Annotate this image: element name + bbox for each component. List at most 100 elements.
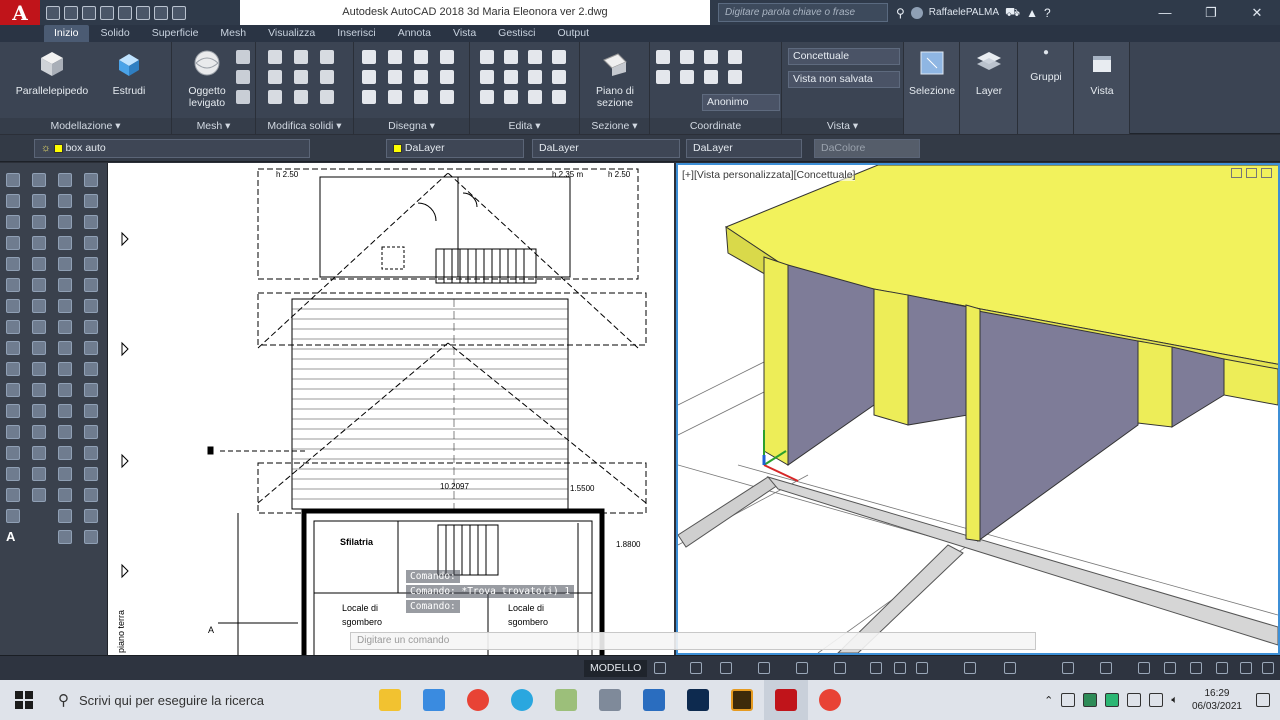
layer-button[interactable]: Layer [963,48,1015,97]
copy-icon[interactable] [552,50,566,64]
xline-tool-icon[interactable] [6,194,20,208]
diameter-dim-icon[interactable] [84,257,98,271]
hide-tool-icon[interactable] [58,404,72,418]
continue-dim-icon[interactable] [84,404,98,418]
color-combo[interactable]: DaLayer [386,139,524,158]
osnap-icon[interactable] [870,662,882,674]
oggetto-levigato-button[interactable]: Oggetto levigato [180,48,234,109]
draworder-tool-icon[interactable] [58,320,72,334]
chamfer-edge-icon[interactable] [294,90,308,104]
join-tool-icon[interactable] [32,425,46,439]
presspull-tool-icon[interactable] [58,467,72,481]
viewport-maximize-icon[interactable] [1246,168,1257,178]
annotation-scale-icon[interactable] [1062,662,1074,674]
panel-title-modellazione[interactable]: Modellazione ▾ [0,118,171,134]
extend-tool-icon[interactable] [32,383,46,397]
polar-icon[interactable] [758,662,770,674]
grid-icon[interactable] [654,662,666,674]
radius-dim-icon[interactable] [84,236,98,250]
dimension-icon[interactable] [84,173,98,187]
baseline-dim-icon[interactable] [84,383,98,397]
lineweight-combo[interactable]: DaLayer [686,139,802,158]
panel-title-edita[interactable]: Edita ▾ [470,118,579,134]
ellipse-icon[interactable] [414,70,428,84]
taskbar-mail[interactable] [632,680,676,720]
estrudi-button[interactable]: Estrudi [104,48,154,97]
taskbar-bridge[interactable] [720,680,764,720]
tray-app-icon[interactable] [1061,693,1076,707]
hardware-accel-icon[interactable] [1216,662,1228,674]
rectangle-tool-icon[interactable] [6,257,20,271]
open-file-icon[interactable] [64,5,78,20]
thicken-icon[interactable] [294,70,308,84]
new-file-icon[interactable] [46,5,60,20]
trim-icon[interactable] [528,50,542,64]
polyline-tool-icon[interactable] [6,215,20,229]
mesh-tool-icon[interactable] [236,50,250,64]
close-button[interactable]: ✕ [1234,0,1280,25]
units-icon[interactable] [1138,662,1150,674]
tab-annota[interactable]: Annota [388,25,441,42]
isolate-objects-icon[interactable] [1190,662,1202,674]
dim-update-icon[interactable] [84,488,98,502]
group-tool-icon[interactable] [58,278,72,292]
tab-superficie[interactable]: Superficie [142,25,209,42]
linetype-combo[interactable]: DaLayer [532,139,680,158]
polygon-tool-icon[interactable] [6,236,20,250]
polygon-icon[interactable] [362,90,376,104]
gruppi-button[interactable]: Gruppi [1020,48,1072,83]
3d-viewport[interactable]: [+][Vista personalizzata][Concettuale] [676,163,1280,655]
extrude-tool-icon[interactable] [58,488,72,502]
panel-title-coordinate[interactable]: Coordinate [650,118,781,134]
circle-icon[interactable] [388,70,402,84]
network-icon[interactable] [1149,693,1164,707]
lock-tool-icon[interactable] [58,383,72,397]
visual-style-combo[interactable]: Concettuale [788,48,900,65]
section-tool-icon[interactable] [58,530,72,544]
union-icon[interactable] [268,50,282,64]
ucs-z-icon[interactable] [728,50,742,64]
revcloud-tool-icon[interactable] [6,320,20,334]
lineweight-icon[interactable] [894,662,906,674]
rotate-tool-icon[interactable] [32,299,46,313]
taskbar-store[interactable] [412,680,456,720]
make-block-icon[interactable] [6,404,20,418]
user-name[interactable]: RaffaelePALMA [929,7,999,18]
tolerance-icon[interactable] [84,320,98,334]
viewport-label[interactable]: [+][Vista personalizzata][Concettuale] [682,169,856,181]
vista-button[interactable]: Vista [1076,48,1128,97]
panel-title-modifica-solidi[interactable]: Modifica solidi ▾ [256,118,353,134]
hatch-tool-icon[interactable] [6,446,20,460]
match-prop-icon[interactable] [58,194,72,208]
command-input[interactable]: Digitare un comando [350,632,1036,650]
ellipse-tool-icon[interactable] [6,362,20,376]
tab-inserisci[interactable]: Inserisci [327,25,386,42]
stretch-tool-icon[interactable] [32,341,46,355]
zoom-window-icon[interactable] [84,509,98,523]
zoom-extents-icon[interactable] [84,530,98,544]
ungroup-tool-icon[interactable] [58,299,72,313]
aligned-dim-icon[interactable] [84,194,98,208]
dist-tool-icon[interactable] [58,236,72,250]
arc-tool-icon[interactable] [6,278,20,292]
a360-icon[interactable]: ▲ [1026,6,1038,20]
panel-title-vista[interactable]: Vista ▾ [782,118,903,134]
taskbar-chrome-2[interactable] [808,680,852,720]
quick-dim-icon[interactable] [84,425,98,439]
isodraft-icon[interactable] [796,662,808,674]
clean-screen-icon[interactable] [1240,662,1252,674]
array-icon[interactable] [480,90,494,104]
line-icon[interactable] [388,50,402,64]
chamfer-tool-icon[interactable] [32,446,46,460]
array-tool-icon[interactable] [32,257,46,271]
volume-icon[interactable]: 🔈︎ [1171,694,1178,707]
maximize-button[interactable]: ❐ [1188,0,1234,25]
ucs-3point-icon[interactable] [728,70,742,84]
notifications-icon[interactable] [1256,693,1270,707]
ucs-object-icon[interactable] [680,70,694,84]
tray-app-icon[interactable] [1083,693,1098,707]
freeze-tool-icon[interactable] [58,362,72,376]
intersect-icon[interactable] [320,50,334,64]
scale-tool-icon[interactable] [32,320,46,334]
tab-solido[interactable]: Solido [91,25,140,42]
